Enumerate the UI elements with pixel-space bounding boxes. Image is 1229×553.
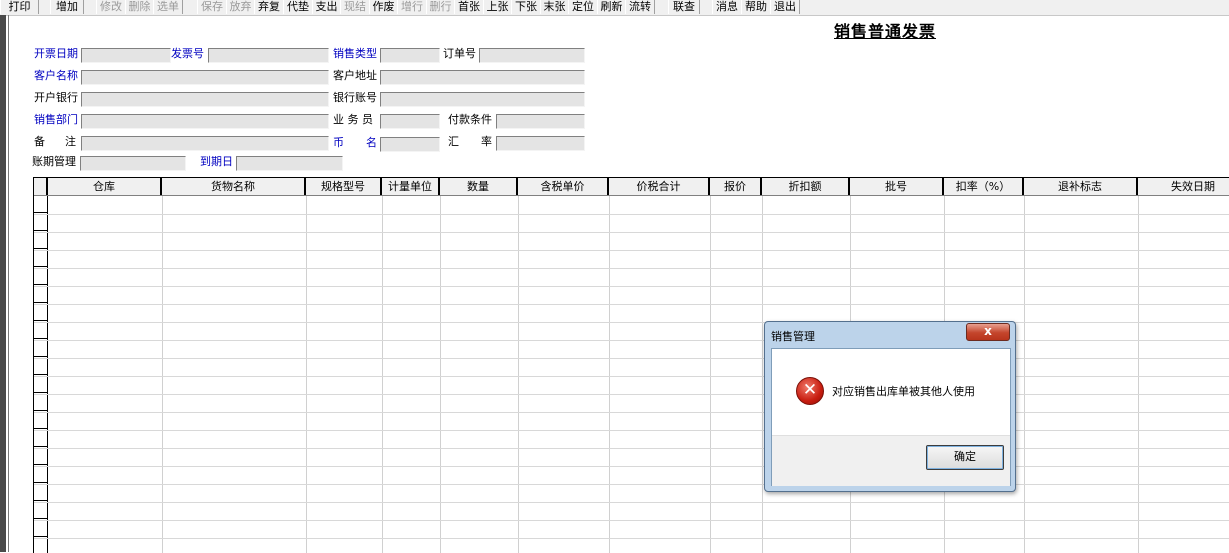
remarks-label-1: 备: [34, 135, 45, 148]
bank-label: 开户银行: [34, 91, 78, 104]
bank-account-field[interactable]: [380, 92, 585, 107]
sales-dept-field[interactable]: [81, 114, 329, 129]
column-header-unit-price[interactable]: 含税单价: [518, 178, 609, 195]
order-no-label: 订单号: [443, 47, 476, 60]
sales-dept-label: 销售部门: [34, 113, 78, 126]
advance-payment-button[interactable]: 代垫: [283, 0, 313, 14]
bank-field[interactable]: [81, 92, 329, 107]
currency-field[interactable]: [380, 137, 440, 152]
column-header-warehouse[interactable]: 仓库: [48, 178, 162, 195]
save-button[interactable]: 保存: [197, 0, 227, 14]
column-header-spec[interactable]: 规格型号: [306, 178, 382, 195]
query-button[interactable]: 联查: [668, 0, 700, 14]
window-left-border: [0, 15, 6, 552]
message-button[interactable]: 消息: [712, 0, 742, 14]
dialog-message: 对应销售出库单被其他人使用: [832, 385, 975, 398]
ok-button[interactable]: 确定: [926, 445, 1004, 470]
add-button[interactable]: 增加: [50, 0, 84, 14]
locate-button[interactable]: 定位: [568, 0, 598, 14]
void-button[interactable]: 作废: [369, 0, 398, 14]
customer-name-label: 客户名称: [34, 69, 78, 82]
bank-account-label: 银行账号: [333, 91, 377, 104]
edit-button[interactable]: 修改: [96, 0, 126, 14]
flow-button[interactable]: 流转: [625, 0, 655, 14]
column-header-return-flag[interactable]: 退补标志: [1024, 178, 1138, 195]
salesperson-label: 业 务 员: [333, 113, 373, 126]
abandon-restore-button[interactable]: 弃复: [254, 0, 284, 14]
next-button[interactable]: 下张: [511, 0, 541, 14]
expense-button[interactable]: 支出: [312, 0, 341, 14]
invoice-no-label: 发票号: [171, 47, 204, 60]
delete-button[interactable]: 删除: [125, 0, 154, 14]
invoice-date-field[interactable]: [81, 48, 171, 63]
order-no-field[interactable]: [479, 48, 585, 63]
customer-name-field[interactable]: [81, 70, 329, 85]
close-icon[interactable]: x: [966, 323, 1010, 341]
period-mgmt-label: 账期管理: [32, 155, 76, 168]
remarks-label-2: 注: [65, 135, 76, 148]
column-header-unit[interactable]: 计量单位: [382, 178, 440, 195]
invoice-no-field[interactable]: [208, 48, 329, 63]
column-header-discount-rate[interactable]: 扣率（%）: [944, 178, 1024, 195]
delete-row-button[interactable]: 删行: [426, 0, 455, 14]
error-icon: ✕: [796, 377, 824, 405]
currency-label-1: 币: [333, 136, 344, 149]
dialog-body: ✕ 对应销售出库单被其他人使用 确定: [771, 348, 1011, 486]
sales-type-field[interactable]: [380, 48, 440, 63]
select-button[interactable]: 选单: [153, 0, 183, 14]
page-title: 销售普通发票: [834, 22, 937, 41]
grid-header: 仓库 货物名称 规格型号 计量单位 数量 含税单价 价税合计 报价 折扣额 批号…: [34, 178, 1229, 196]
sales-type-label: 销售类型: [333, 47, 377, 60]
column-header-quote[interactable]: 报价: [710, 178, 762, 195]
error-dialog: 销售管理 x ✕ 对应销售出库单被其他人使用 确定: [764, 321, 1016, 492]
rate-field[interactable]: [496, 136, 585, 151]
column-header-total[interactable]: 价税合计: [609, 178, 710, 195]
exit-button[interactable]: 退出: [770, 0, 800, 14]
help-button[interactable]: 帮助: [741, 0, 771, 14]
column-header-goods-name[interactable]: 货物名称: [162, 178, 306, 195]
period-mgmt-field[interactable]: [80, 156, 186, 171]
salesperson-field[interactable]: [380, 114, 440, 129]
due-date-field[interactable]: [236, 156, 343, 171]
remarks-field[interactable]: [81, 136, 329, 151]
due-date-label: 到期日: [200, 155, 233, 168]
customer-address-label: 客户地址: [333, 69, 377, 82]
column-header-discount[interactable]: 折扣额: [762, 178, 850, 195]
discard-button[interactable]: 放弃: [226, 0, 255, 14]
print-button[interactable]: 打印: [0, 0, 39, 14]
currency-label-2: 名: [366, 136, 377, 149]
last-button[interactable]: 末张: [540, 0, 569, 14]
column-header-batch[interactable]: 批号: [850, 178, 944, 195]
add-row-button[interactable]: 增行: [397, 0, 427, 14]
invoice-date-label: 开票日期: [34, 47, 78, 60]
first-button[interactable]: 首张: [454, 0, 484, 14]
previous-button[interactable]: 上张: [483, 0, 512, 14]
invoice-lines-grid[interactable]: 仓库 货物名称 规格型号 计量单位 数量 含税单价 价税合计 报价 折扣额 批号…: [33, 177, 1229, 553]
grid-corner: [34, 178, 48, 195]
dialog-title: 销售管理: [771, 330, 815, 343]
column-header-quantity[interactable]: 数量: [440, 178, 518, 195]
customer-address-field[interactable]: [380, 70, 585, 85]
toolbar: 打印 增加 修改 删除 选单 保存 放弃 弃复 代垫 支出 现结 作废 增行 删…: [0, 0, 1229, 16]
window-left-divider: [8, 15, 9, 552]
rate-label-1: 汇: [448, 135, 459, 148]
payment-terms-label: 付款条件: [448, 113, 492, 126]
cash-settle-button[interactable]: 现结: [340, 0, 370, 14]
refresh-button[interactable]: 刷新: [597, 0, 626, 14]
rate-label-2: 率: [481, 135, 492, 148]
column-header-expiry-date[interactable]: 失效日期: [1138, 178, 1229, 195]
payment-terms-field[interactable]: [496, 114, 585, 129]
